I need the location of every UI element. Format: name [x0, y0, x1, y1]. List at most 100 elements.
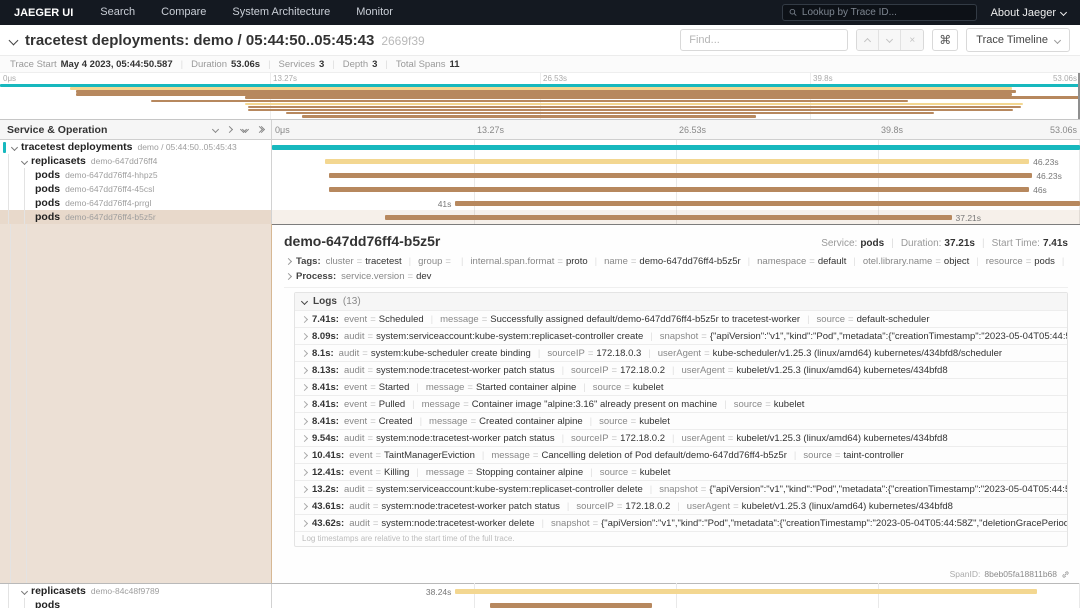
log-entry-row[interactable]: 12.41s:event=Killing|message=Stopping co… [295, 463, 1067, 480]
separator: | [181, 59, 183, 70]
equals-sign: = [631, 467, 637, 478]
tag-value: taint-controller [843, 450, 903, 461]
separator: | [542, 518, 544, 529]
log-entry-row[interactable]: 8.13s:audit=system:node:tracetest-worker… [295, 361, 1067, 378]
span-bar[interactable] [385, 215, 951, 220]
collapse-chevron-icon[interactable] [11, 143, 18, 150]
chevron-down-icon[interactable] [213, 127, 218, 132]
span-row[interactable]: podsdemo-647dd76ff4-45csl 46s [0, 182, 1080, 196]
tags-accordion[interactable]: Tags: cluster=tracetest|group=|internal.… [284, 256, 1068, 267]
span-bar[interactable] [329, 173, 1033, 178]
tag-value: Started container alpine [476, 382, 576, 393]
span-timeline-cell[interactable] [272, 140, 1080, 154]
span-row[interactable]: pods [0, 598, 1080, 608]
span-duration-label: 46s [1033, 185, 1047, 195]
about-jaeger-menu[interactable]: About Jaeger [991, 7, 1080, 19]
span-name-cell[interactable]: pods [0, 598, 272, 608]
prev-result-button[interactable] [857, 30, 879, 50]
timeline-tick: 13.27s [273, 74, 297, 83]
log-entry-row[interactable]: 8.1s:audit=system:kube-scheduler create … [295, 344, 1067, 361]
log-timestamp: 8.41s: [312, 399, 339, 410]
span-name-cell[interactable]: podsdemo-647dd76ff4-b5z5r [0, 210, 272, 224]
span-timeline-cell[interactable]: 46.23s [272, 168, 1080, 182]
span-name-cell[interactable]: tracetest deploymentsdemo / 05:44:50..05… [0, 140, 272, 154]
tag-value: dev [416, 271, 431, 282]
find-input[interactable] [680, 29, 848, 51]
span-bar[interactable] [329, 187, 1030, 192]
span-name-cell[interactable]: podsdemo-647dd76ff4-45csl [0, 182, 272, 196]
equals-sign: = [612, 433, 618, 444]
span-duration-label: 38.24s [426, 587, 452, 597]
chevron-right-icon[interactable] [227, 127, 232, 132]
timeline-minimap[interactable]: 0μs13.27s26.53s39.8s53.06s [0, 73, 1080, 120]
nav-item-monitor[interactable]: Monitor [343, 0, 406, 25]
span-name-cell[interactable]: podsdemo-647dd76ff4-hhpz5 [0, 168, 272, 182]
span-name-cell[interactable]: replicasetsdemo-84c48f9789 [0, 584, 272, 598]
trace-lookup-input[interactable] [802, 7, 970, 18]
copy-link-icon[interactable] [1061, 570, 1070, 579]
span-row[interactable]: replicasetsdemo-647dd76ff446.23s [0, 154, 1080, 168]
collapse-chevron-icon[interactable] [21, 587, 28, 594]
tag-value: 172.18.0.2 [620, 433, 665, 444]
log-entry-row[interactable]: 8.41s:event=Created|message=Created cont… [295, 412, 1067, 429]
log-entry-row[interactable]: 43.61s:audit=system:node:tracetest-worke… [295, 497, 1067, 514]
jaeger-logo[interactable]: JAEGER UI [0, 7, 87, 19]
chevron-right-icon [301, 349, 308, 356]
log-entry-row[interactable]: 8.41s:event=Started|message=Started cont… [295, 378, 1067, 395]
span-row[interactable]: replicasetsdemo-84c48f9789 38.24s [0, 584, 1080, 598]
span-name-cell[interactable]: podsdemo-647dd76ff4-prrgl [0, 196, 272, 210]
span-bar[interactable] [272, 145, 1080, 150]
span-timeline-cell[interactable]: 37.21s [272, 210, 1080, 224]
log-entry-row[interactable]: 9.54s:audit=system:node:tracetest-worker… [295, 429, 1067, 446]
log-entry-row[interactable]: 43.62s:audit=system:node:tracetest-worke… [295, 514, 1067, 531]
keyboard-shortcuts-button[interactable]: ⌘ [932, 29, 958, 51]
double-chevron-right-icon[interactable] [257, 127, 264, 132]
meta-value: 7.41s [1043, 238, 1068, 249]
collapse-chevron-icon[interactable] [21, 157, 28, 164]
span-bar[interactable] [490, 603, 652, 608]
next-result-button[interactable] [879, 30, 901, 50]
double-chevron-down-icon[interactable] [241, 127, 248, 132]
equals-sign: = [593, 518, 599, 529]
log-entry-row[interactable]: 8.41s:event=Pulled|message=Container ima… [295, 395, 1067, 412]
separator: | [416, 382, 418, 393]
process-accordion[interactable]: Process: service.version=dev [284, 271, 1068, 282]
span-row[interactable]: podsdemo-647dd76ff4-prrgl41s [0, 196, 1080, 210]
separator: | [1062, 256, 1064, 267]
view-select[interactable]: Trace Timeline [966, 28, 1070, 52]
equals-sign: = [765, 399, 771, 410]
chevron-right-icon [301, 383, 308, 390]
span-bar[interactable] [455, 201, 1080, 206]
span-row[interactable]: podsdemo-647dd76ff4-hhpz546.23s [0, 168, 1080, 182]
span-timeline-cell[interactable]: 46.23s [272, 154, 1080, 168]
log-entry-row[interactable]: 13.2s:audit=system:serviceaccount:kube-s… [295, 480, 1067, 497]
nav-item-compare[interactable]: Compare [148, 0, 219, 25]
tag-value: demo-647dd76ff4-b5z5r [639, 256, 740, 267]
span-timeline-cell[interactable]: 46s [272, 182, 1080, 196]
span-timeline-cell[interactable]: 41s [272, 196, 1080, 210]
tag-key: audit [344, 433, 365, 444]
minimap-span-bar [245, 103, 1023, 106]
span-timeline-cell[interactable] [272, 598, 1080, 608]
span-timeline-cell[interactable]: 38.24s [272, 584, 1080, 598]
chevron-right-icon [301, 366, 308, 373]
span-row[interactable]: tracetest deploymentsdemo / 05:44:50..05… [0, 140, 1080, 154]
log-entry-row[interactable]: 8.09s:audit=system:serviceaccount:kube-s… [295, 327, 1067, 344]
equals-sign: = [370, 399, 376, 410]
trace-lookup-box[interactable] [782, 4, 977, 21]
span-bar[interactable] [325, 159, 1030, 164]
clear-find-button[interactable]: × [901, 30, 923, 50]
log-entry-row[interactable]: 7.41s:event=Scheduled|message=Successful… [295, 310, 1067, 327]
equals-sign: = [848, 314, 854, 325]
span-row[interactable]: podsdemo-647dd76ff4-b5z5r37.21s [0, 210, 1080, 224]
tag-key: audit [344, 484, 365, 495]
logs-accordion-header[interactable]: Logs (13) [295, 293, 1067, 310]
tag-key: source [599, 416, 628, 427]
span-bar[interactable] [455, 589, 1037, 594]
nav-item-search[interactable]: Search [87, 0, 148, 25]
span-id-footer: SpanID: 8beb05fa18811b68 [950, 569, 1070, 579]
nav-item-system-architecture[interactable]: System Architecture [219, 0, 343, 25]
log-entry-row[interactable]: 10.41s:event=TaintManagerEviction|messag… [295, 446, 1067, 463]
span-name-cell[interactable]: replicasetsdemo-647dd76ff4 [0, 154, 272, 168]
collapse-trace-icon[interactable] [9, 35, 19, 45]
